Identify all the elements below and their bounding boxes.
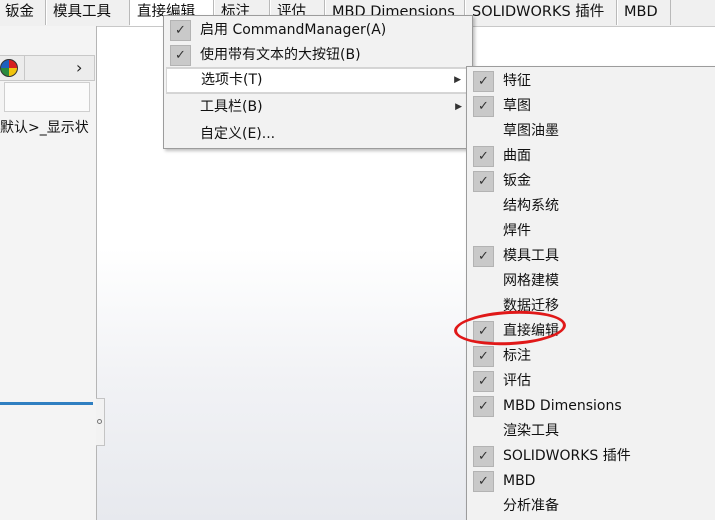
- feature-manager-panel: › 默认>_显示状: [0, 26, 97, 520]
- submenu-tab-label: SOLIDWORKS 插件: [503, 448, 631, 464]
- tabs-submenu: ✓ 特征 ✓ 草图 草图油墨 ✓ 曲面 ✓ 钣金 结构系统 焊件 ✓ 模具工具 网格建模 数据迁移 ✓ 直接编辑…: [466, 66, 715, 520]
- tree-filter-input[interactable]: [4, 82, 90, 112]
- checkmark-icon: ✓: [473, 371, 494, 392]
- submenu-tab-label: MBD Dimensions: [503, 398, 622, 414]
- submenu-tab-option[interactable]: 网格建模: [469, 269, 713, 294]
- submenu-tab-label: 网格建模: [503, 273, 559, 289]
- submenu-tab-label: 草图: [503, 98, 531, 114]
- submenu-tab-option[interactable]: 结构系统: [469, 194, 713, 219]
- menu-item-label: 启用 CommandManager(A): [200, 22, 387, 38]
- submenu-tab-label: 标注: [503, 348, 531, 364]
- appearance-icon[interactable]: [0, 59, 18, 77]
- menu-item-label: 选项卡(T): [201, 72, 263, 88]
- checkmark-icon: ✓: [170, 20, 191, 41]
- checkmark-icon: ✓: [473, 96, 494, 117]
- command-manager-context-menu: ✓ 启用 CommandManager(A) ✓ 使用带有文本的大按钮(B) 选项卡(T…: [163, 15, 473, 149]
- tab-solidworks-addins[interactable]: SOLIDWORKS 插件: [465, 0, 617, 25]
- submenu-tab-label: 模具工具: [503, 248, 559, 264]
- menu-separator: [166, 67, 470, 68]
- submenu-tab-option[interactable]: ✓ 曲面: [469, 144, 713, 169]
- menu-item-customize[interactable]: 自定义(E)...: [166, 122, 470, 147]
- menu-item-large-buttons-text[interactable]: ✓ 使用带有文本的大按钮(B): [166, 43, 470, 68]
- submenu-tab-label: 特征: [503, 73, 531, 89]
- tab-sheet-metal[interactable]: 钣金: [0, 0, 46, 25]
- submenu-tab-option[interactable]: ✓ 钣金: [469, 169, 713, 194]
- menu-item-label: 工具栏(B): [200, 99, 263, 115]
- submenu-tab-label: 评估: [503, 373, 531, 389]
- menu-separator: [166, 93, 470, 94]
- submenu-tab-option[interactable]: ✓ 评估: [469, 369, 713, 394]
- submenu-arrow-icon: ▶: [455, 102, 462, 112]
- menu-item-toolbars[interactable]: 工具栏(B) ▶: [166, 95, 470, 120]
- menu-item-label: 使用带有文本的大按钮(B): [200, 47, 361, 63]
- checkmark-icon: ✓: [473, 146, 494, 167]
- submenu-tab-option[interactable]: ✓ SOLIDWORKS 插件: [469, 444, 713, 469]
- submenu-tab-label: 渲染工具: [503, 423, 559, 439]
- submenu-tab-label: 结构系统: [503, 198, 559, 214]
- splitter-grip-icon: [97, 419, 102, 424]
- submenu-tab-option[interactable]: 分析准备: [469, 494, 713, 519]
- submenu-tab-option[interactable]: ✓ 标注: [469, 344, 713, 369]
- checkmark-icon: ✓: [473, 71, 494, 92]
- panel-toolbar: ›: [0, 55, 95, 81]
- submenu-tab-option[interactable]: ✓ MBD: [469, 469, 713, 494]
- checkmark-icon: ✓: [473, 171, 494, 192]
- checkmark-icon: ✓: [473, 246, 494, 267]
- menu-item-tabs[interactable]: 选项卡(T) ▶: [166, 68, 470, 93]
- tab-mbd[interactable]: MBD: [617, 0, 671, 25]
- toolbar-divider: [24, 56, 25, 80]
- checkmark-icon: ✓: [473, 396, 494, 417]
- checkmark-icon: ✓: [473, 446, 494, 467]
- submenu-tab-label: 钣金: [503, 173, 531, 189]
- submenu-tab-option[interactable]: ✓ 特征: [469, 69, 713, 94]
- checkmark-icon: ✓: [473, 346, 494, 367]
- submenu-tab-label: 焊件: [503, 223, 531, 239]
- chevron-right-icon[interactable]: ›: [76, 58, 82, 78]
- submenu-tab-label: 草图油墨: [503, 123, 559, 139]
- submenu-tab-option[interactable]: ✓ 草图: [469, 94, 713, 119]
- submenu-tab-option[interactable]: ✓ MBD Dimensions: [469, 394, 713, 419]
- submenu-tab-option[interactable]: 焊件: [469, 219, 713, 244]
- submenu-arrow-icon: ▶: [454, 75, 461, 85]
- submenu-tab-label: 曲面: [503, 148, 531, 164]
- checkmark-icon: ✓: [170, 45, 191, 66]
- panel-progress-bar: [0, 402, 93, 405]
- menu-item-label: 自定义(E)...: [200, 126, 276, 142]
- submenu-tab-label: 分析准备: [503, 498, 559, 514]
- submenu-tab-option[interactable]: 渲染工具: [469, 419, 713, 444]
- checkmark-icon: ✓: [473, 471, 494, 492]
- submenu-tab-option[interactable]: ✓ 模具工具: [469, 244, 713, 269]
- submenu-tab-label: MBD: [503, 473, 536, 489]
- tab-mold-tools[interactable]: 模具工具: [46, 0, 130, 25]
- tree-item-display-state[interactable]: 默认>_显示状: [0, 117, 89, 137]
- submenu-tab-option[interactable]: 草图油墨: [469, 119, 713, 144]
- panel-splitter-handle[interactable]: [96, 398, 105, 446]
- menu-item-enable-command-manager[interactable]: ✓ 启用 CommandManager(A): [166, 18, 470, 43]
